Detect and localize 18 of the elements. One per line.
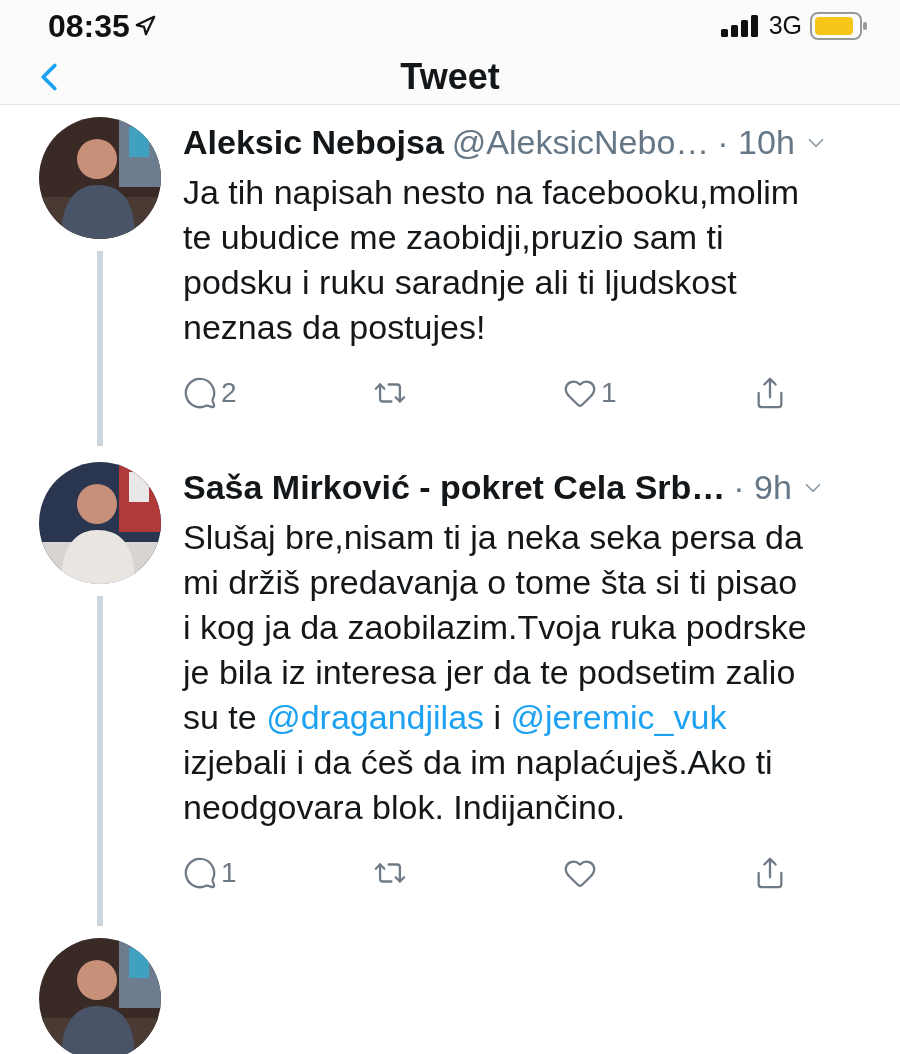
author-name[interactable]: Aleksic Nebojsa (183, 117, 444, 168)
battery-icon (810, 12, 868, 40)
signal-icon (720, 15, 761, 37)
network-label: 3G (768, 10, 802, 42)
reply-count: 2 (221, 376, 237, 410)
tweet-time: · 9h (733, 467, 792, 508)
tweet-text: Ja tih napisah nesto na facebooku,molim te ubudice me zaobidji,pruzio sam ti podsku i ruku saradnje ali ti ljudskost neznas da postujes! (183, 172, 801, 348)
clock-time: 08:35 (48, 7, 130, 46)
page-title: Tweet (400, 55, 500, 99)
like-count: 1 (601, 376, 617, 410)
location-icon (133, 15, 156, 37)
tweet-time: · 10h (717, 122, 795, 163)
tweet-text: Slušaj bre,nisam ti ja neka seka persa da mi držiš predavanja o tome šta si ti pisao i kog ja da zaobilazim.Tvoja ruka podrske je bila iz interesa jer da te podsetim zalio su te @dragandjilas i @jeremic_vuk izjebali i da ćeš da im naplaćuješ.Ako ti neodgovara blok. Indijančino. (183, 517, 808, 828)
reply-icon[interactable] (183, 856, 217, 890)
reply-icon[interactable] (183, 376, 217, 410)
reply-count: 1 (221, 856, 237, 890)
author-name[interactable]: Saša Mirković - pokret Cela Srb… (183, 462, 726, 513)
author-handle: @AleksicNebo… (451, 122, 710, 163)
